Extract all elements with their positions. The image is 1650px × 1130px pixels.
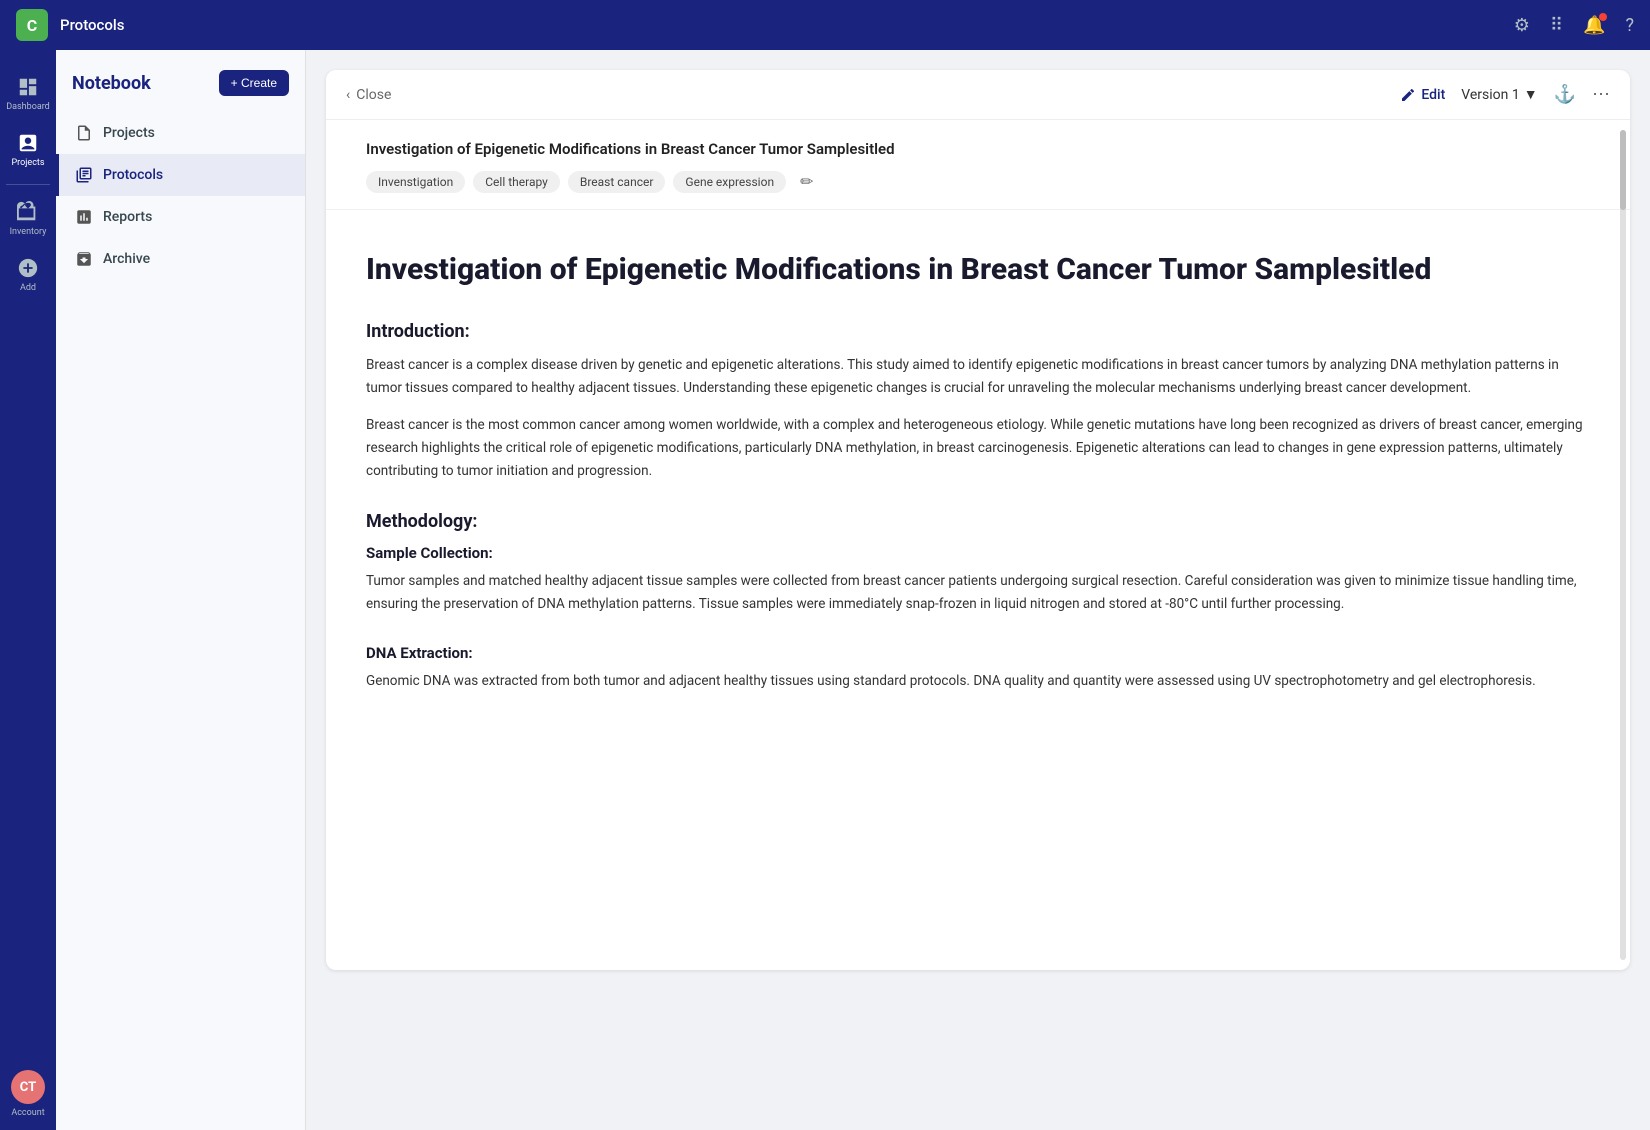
- sample-collection-title: Sample Collection:: [366, 544, 1590, 562]
- gear-icon[interactable]: ⚙: [1514, 15, 1530, 36]
- section-introduction: Introduction: Breast cancer is a complex…: [366, 321, 1590, 483]
- sidebar-bottom: CT Account: [11, 1070, 45, 1118]
- sidebar-item-add[interactable]: Add: [0, 247, 56, 303]
- edit-label: Edit: [1421, 87, 1445, 103]
- more-options-icon[interactable]: ⋯: [1592, 84, 1610, 105]
- app-title: Protocols: [60, 16, 124, 34]
- topbar-right: ⚙ ⠿ 🔔 ?: [1514, 15, 1634, 36]
- tag-gene-expression[interactable]: Gene expression: [673, 171, 786, 193]
- nav-projects-label: Projects: [103, 125, 155, 141]
- intro-paragraph-1: Breast cancer is a complex disease drive…: [366, 354, 1590, 400]
- dna-extraction-title: DNA Extraction:: [366, 644, 1590, 662]
- version-label: Version 1: [1461, 87, 1519, 103]
- version-selector[interactable]: Version 1 ▼: [1461, 86, 1537, 103]
- nav-item-protocols[interactable]: Protocols: [56, 154, 305, 196]
- bookmark-icon[interactable]: ⚓: [1554, 84, 1576, 105]
- notebook-header: Notebook + Create: [56, 70, 305, 112]
- nav-reports-label: Reports: [103, 209, 152, 225]
- create-button[interactable]: + Create: [219, 70, 289, 96]
- doc-body: Investigation of Epigenetic Modification…: [326, 210, 1630, 761]
- help-icon[interactable]: ?: [1625, 15, 1634, 36]
- tag-investigation[interactable]: Invenstigation: [366, 171, 465, 193]
- sample-collection-paragraph: Tumor samples and matched healthy adjace…: [366, 570, 1590, 616]
- nav-protocols-label: Protocols: [103, 167, 163, 183]
- nav-item-projects[interactable]: Projects: [56, 112, 305, 154]
- notebook-title: Notebook: [72, 73, 151, 94]
- document-card: ‹ Close Edit Version 1 ▼ ⚓ ⋯ Investigati…: [326, 70, 1630, 970]
- nav-archive-label: Archive: [103, 251, 150, 267]
- tags-container: Invenstigation Cell therapy Breast cance…: [366, 170, 1590, 193]
- methodology-title: Methodology:: [366, 511, 1590, 532]
- notebook-panel: Notebook + Create Projects Protocols Rep…: [56, 50, 306, 1130]
- app-logo[interactable]: C: [16, 9, 48, 41]
- grid-icon[interactable]: ⠿: [1550, 15, 1563, 36]
- close-label: Close: [356, 87, 391, 103]
- topbar: C Protocols ⚙ ⠿ 🔔 ?: [0, 0, 1650, 50]
- tag-breast-cancer[interactable]: Breast cancer: [568, 171, 666, 193]
- intro-paragraph-2: Breast cancer is the most common cancer …: [366, 414, 1590, 483]
- introduction-title: Introduction:: [366, 321, 1590, 342]
- tag-edit-icon[interactable]: ✏: [794, 170, 819, 193]
- dna-extraction-paragraph: Genomic DNA was extracted from both tumo…: [366, 670, 1590, 693]
- sidebar-item-inventory[interactable]: Inventory: [0, 191, 56, 247]
- edit-button[interactable]: Edit: [1400, 87, 1445, 103]
- notification-dot: [1599, 13, 1607, 21]
- tag-cell-therapy[interactable]: Cell therapy: [473, 171, 560, 193]
- sidebar-item-dashboard[interactable]: Dashboard: [0, 66, 56, 122]
- sidebar-label-projects: Projects: [12, 158, 45, 168]
- close-button[interactable]: ‹ Close: [346, 87, 391, 103]
- sidebar-label-inventory: Inventory: [10, 227, 47, 237]
- topbar-left: C Protocols: [16, 9, 124, 41]
- scroll-thumb[interactable]: [1620, 130, 1626, 210]
- subsection-dna-extraction: DNA Extraction: Genomic DNA was extracte…: [366, 644, 1590, 693]
- nav-item-archive[interactable]: Archive: [56, 238, 305, 280]
- chevron-down-icon: ▼: [1524, 86, 1538, 103]
- notification-icon[interactable]: 🔔: [1583, 15, 1605, 36]
- doc-toolbar: ‹ Close Edit Version 1 ▼ ⚓ ⋯: [326, 70, 1630, 120]
- nav-item-reports[interactable]: Reports: [56, 196, 305, 238]
- sidebar-label-add: Add: [20, 283, 36, 293]
- main-content: ‹ Close Edit Version 1 ▼ ⚓ ⋯ Investigati…: [306, 50, 1650, 1130]
- doc-header: Investigation of Epigenetic Modification…: [326, 120, 1630, 210]
- doc-main-title: Investigation of Epigenetic Modification…: [366, 250, 1590, 289]
- toolbar-right: Edit Version 1 ▼ ⚓ ⋯: [1400, 84, 1610, 105]
- account-label: Account: [11, 1108, 44, 1118]
- account-avatar[interactable]: CT: [11, 1070, 45, 1104]
- sidebar-item-projects[interactable]: Projects: [0, 122, 56, 178]
- sidebar-divider: [6, 184, 51, 185]
- section-methodology: Methodology: Sample Collection: Tumor sa…: [366, 511, 1590, 693]
- left-sidebar: Dashboard Projects Inventory Add CT Acco…: [0, 50, 56, 1130]
- subsection-sample-collection: Sample Collection: Tumor samples and mat…: [366, 544, 1590, 616]
- doc-header-title: Investigation of Epigenetic Modification…: [366, 140, 1590, 158]
- sidebar-label-dashboard: Dashboard: [6, 102, 50, 112]
- scroll-track: [1620, 130, 1626, 960]
- chevron-left-icon: ‹: [346, 87, 350, 103]
